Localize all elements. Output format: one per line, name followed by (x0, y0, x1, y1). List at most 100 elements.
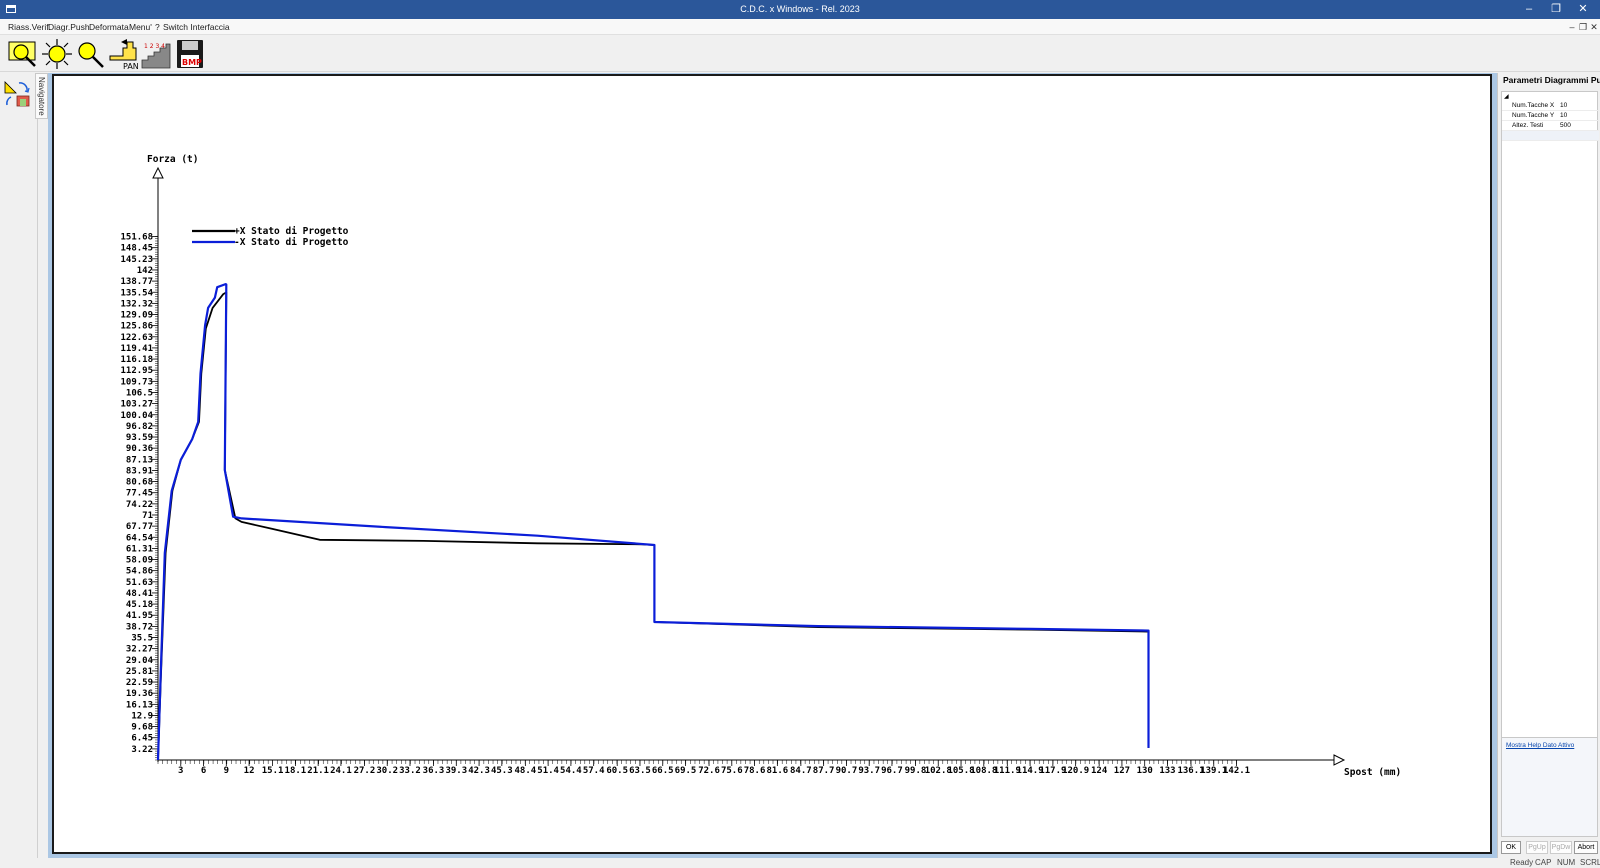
y-tick-label: 45.18 (126, 600, 153, 610)
window-title: C.D.C. x Windows - Rel. 2023 (740, 4, 860, 14)
menu-riass-verif[interactable]: Riass.Verif. (8, 22, 51, 32)
property-name: Num.Tacche Y (1512, 112, 1555, 119)
toolbar: PAN 1 2 3 4 BMP (0, 36, 1600, 72)
x-tick-label: 93.7 (858, 766, 880, 776)
x-tick-label: 75.6 (721, 766, 743, 776)
menu-switch-interfaccia[interactable]: Switch Interfaccia (163, 22, 230, 32)
pgup-button[interactable]: PgUp (1526, 841, 1548, 854)
y-tick-label: 38.72 (126, 622, 153, 632)
property-row[interactable]: Num.Tacche Y 10 (1502, 111, 1599, 121)
x-tick-label: 87.7 (813, 766, 835, 776)
x-tick-label: 90.7 (836, 766, 858, 776)
title-bar: C.D.C. x Windows - Rel. 2023 – ❐ ✕ (0, 0, 1600, 19)
y-tick-label: 74.22 (126, 500, 153, 510)
property-value[interactable]: 10 (1560, 102, 1567, 109)
chart-legend: +X Stato di Progetto-X Stato di Progetto (192, 226, 349, 248)
y-tick-label: 129.09 (120, 311, 153, 321)
x-tick-label: 3 (178, 766, 183, 776)
y-tick-label: 35.5 (131, 633, 153, 643)
x-tick-label: 21.1 (307, 766, 329, 776)
y-tick-label: 142 (137, 266, 153, 276)
pan-icon[interactable]: PAN (107, 38, 139, 70)
chart-series (156, 283, 1150, 761)
zoom-icon[interactable] (74, 38, 106, 70)
series-line-plus-x (157, 291, 1150, 761)
close-icon[interactable]: ✕ (1572, 2, 1594, 17)
menu-menu[interactable]: Menu' (129, 22, 152, 32)
y-tick-label: 122.63 (120, 333, 153, 343)
property-row-empty (1502, 131, 1599, 141)
expand-icon[interactable]: ◢ (1504, 93, 1509, 100)
property-row[interactable]: Altez. Testi 500 (1502, 121, 1599, 131)
restore-icon[interactable]: ❐ (1545, 2, 1567, 17)
property-value[interactable]: 10 (1560, 112, 1567, 119)
y-tick-label: 96.82 (126, 422, 153, 432)
y-tick-label: 9.68 (131, 723, 153, 733)
x-tick-label: 6 (201, 766, 206, 776)
zoom-extents-icon[interactable] (41, 38, 73, 70)
bmp-label: BMP (182, 58, 202, 67)
x-tick-label: 9 (224, 766, 229, 776)
x-tick-label: 142.1 (1223, 766, 1250, 776)
navigator-tab-label: Navigatore (37, 77, 46, 116)
x-tick-label: 33.2 (399, 766, 421, 776)
pgdw-button[interactable]: PgDw (1550, 841, 1572, 854)
y-tick-label: 125.86 (120, 322, 153, 332)
status-num: NUM (1557, 858, 1576, 867)
menu-diagr-push[interactable]: Diagr.Push (48, 22, 90, 32)
view-options-icon[interactable] (3, 79, 33, 109)
y-tick-label: 106.5 (126, 388, 153, 398)
menu-deformata[interactable]: Deformata (89, 22, 129, 32)
status-scrl: SCRL (1580, 858, 1600, 867)
ok-button[interactable]: OK (1501, 841, 1521, 854)
x-axis-ticks: 3 6 9 12 15.1 18.1 21.1 24.1 27.2 30.2 33.2 36.3 39.… (157, 760, 1250, 776)
y-tick-label: 51.63 (126, 578, 153, 588)
y-tick-label: 64.54 (126, 533, 154, 543)
status-ready: Ready (1510, 858, 1534, 867)
x-tick-label: 66.5 (652, 766, 674, 776)
property-row[interactable]: Num.Tacche X 10 (1502, 101, 1599, 111)
x-tick-label: 99.8 (905, 766, 927, 776)
y-tick-label: 148.45 (120, 244, 153, 254)
y-axis-label: Forza (t) (147, 154, 198, 165)
x-tick-label: 36.3 (423, 766, 445, 776)
y-tick-label: 3.22 (131, 745, 153, 755)
property-value[interactable]: 500 (1560, 122, 1571, 129)
y-tick-label: 29.04 (126, 656, 154, 666)
x-tick-label: 124 (1091, 766, 1108, 776)
x-tick-label: 84.7 (790, 766, 812, 776)
series-line-minus-x (156, 283, 1150, 761)
y-tick-label: 116.18 (120, 355, 153, 365)
y-tick-label: 112.95 (120, 366, 153, 376)
status-cap: CAP (1535, 858, 1552, 867)
minimize-icon[interactable]: – (1518, 2, 1540, 17)
menu-help[interactable]: ? (155, 22, 160, 32)
menu-bar: Riass.Verif. Diagr.Push Deformata Menu' … (0, 19, 1600, 35)
x-tick-label: 127 (1114, 766, 1130, 776)
pushover-chart: 3.226.459.68 12.916.1319.3622.5925.8129.0… (120, 154, 1401, 778)
diagram-steps-icon[interactable]: 1 2 3 4 (140, 38, 172, 70)
x-tick-label: 81.6 (767, 766, 789, 776)
y-tick-label: 77.45 (126, 489, 153, 499)
y-axis-ticks: 3.226.459.68 12.916.1319.3622.5925.8129.0… (120, 233, 158, 761)
x-tick-label: 54.4 (560, 766, 582, 776)
x-tick-label: 51.4 (537, 766, 559, 776)
help-link[interactable]: Mostra Help Dato Attivo (1506, 742, 1574, 749)
x-tick-label: 48.4 (515, 766, 537, 776)
pushover-diagram-view[interactable]: 3.22 6.45 9.68 12.9 16.13 19.36 22.59 25.81 29.0… (52, 74, 1492, 854)
y-tick-label: 103.27 (120, 400, 153, 410)
legend-label: -X Stato di Progetto (234, 237, 349, 248)
property-grid: ◢ Num.Tacche X 10 Num.Tacche Y 10 Altez.… (1501, 91, 1599, 741)
status-bar: Ready CAP NUM SCRL (0, 858, 1600, 868)
abort-button[interactable]: Abort (1574, 841, 1598, 854)
navigator-tab[interactable]: Navigatore (35, 73, 48, 119)
x-tick-label: 69.5 (675, 766, 697, 776)
y-tick-label: 61.31 (126, 544, 153, 554)
y-tick-label: 22.59 (126, 678, 153, 688)
x-tick-label: 18.1 (285, 766, 307, 776)
zoom-window-icon[interactable] (7, 38, 39, 70)
mdi-close-icon[interactable]: ✕ (1588, 21, 1600, 33)
y-tick-label: 90.36 (126, 444, 153, 454)
y-tick-label: 16.13 (126, 700, 153, 710)
save-bmp-icon[interactable]: BMP (174, 38, 206, 70)
